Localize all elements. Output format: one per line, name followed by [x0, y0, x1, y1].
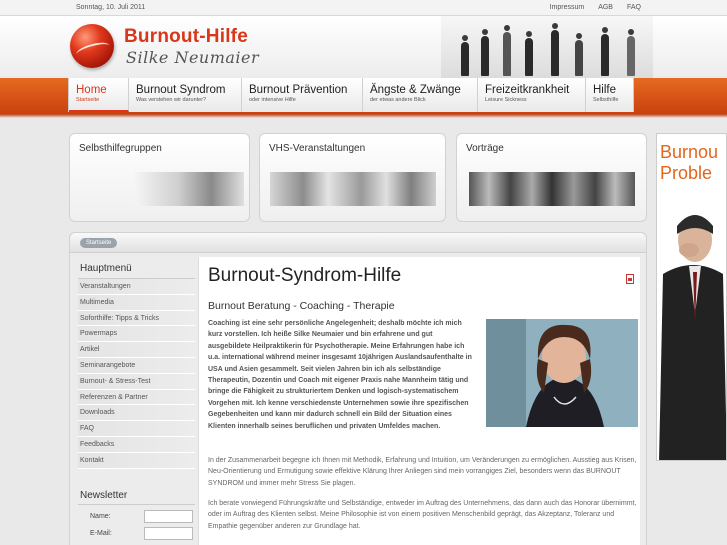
- feature-vhs-title: VHS-Veranstaltungen: [269, 143, 366, 154]
- nav-burnout-syndrom-label: Burnout Syndrom: [136, 84, 226, 96]
- ad-text: Burnou Proble: [660, 142, 718, 184]
- feature-vortraege-image: [469, 172, 635, 206]
- sidebar-item-feedbacks[interactable]: Feedbacks: [78, 436, 195, 453]
- logo-icon[interactable]: [70, 24, 114, 68]
- feature-vortraege[interactable]: Vorträge: [456, 133, 647, 222]
- nav-aengste-zwaenge-label: Ängste & Zwänge: [370, 84, 461, 96]
- newsletter-name-row: Name:: [78, 509, 195, 526]
- top-bar: Sonntag, 10. Juli 2011 Impressum AGB FAQ: [0, 0, 727, 16]
- nav-burnout-praevention-label: Burnout Prävention: [249, 84, 348, 96]
- feature-vortraege-title: Vorträge: [466, 143, 504, 154]
- sidebar-item-stress-test[interactable]: Burnout- & Stress-Test: [78, 373, 195, 390]
- ad-banner[interactable]: Burnou Proble: [656, 133, 727, 461]
- newsletter-name-field[interactable]: [144, 509, 193, 523]
- sidebar-item-powermaps[interactable]: Powermaps: [78, 326, 195, 343]
- nav-burnout-praevention-sub: oder intensive Hilfe: [249, 97, 296, 103]
- nav-home[interactable]: Home Startseite: [69, 78, 129, 112]
- agb-link[interactable]: AGB: [598, 4, 613, 11]
- nav-burnout-syndrom[interactable]: Burnout Syndrom Was verstehen wir darunt…: [129, 78, 242, 112]
- sidebar-item-multimedia[interactable]: Multimedia: [78, 294, 195, 311]
- newsletter-email-row: E-Mail:: [78, 526, 195, 543]
- breadcrumb-bar: Startseite: [70, 233, 646, 253]
- main-container: Startseite Hauptmenü Veranstaltungen Mul…: [69, 232, 647, 545]
- pdf-icon[interactable]: [626, 274, 634, 284]
- sidebar-item-kontakt[interactable]: Kontakt: [78, 452, 195, 469]
- impressum-link[interactable]: Impressum: [550, 4, 585, 11]
- sidebar-item-soforthilfe[interactable]: Soforthilfe: Tipps & Tricks: [78, 310, 195, 327]
- sidebar-item-downloads[interactable]: Downloads: [78, 405, 195, 422]
- nav-aengste-zwaenge-sub: der etwas andere Blick: [370, 97, 426, 103]
- content-paragraph-2: Ich berate vorwiegend Führungskräfte und…: [208, 500, 637, 530]
- page-subtitle: Burnout Beratung - Coaching - Therapie: [208, 300, 395, 312]
- newsletter-heading: Newsletter: [78, 487, 195, 505]
- ad-text-line-1: Burnou: [660, 142, 719, 162]
- nav-freizeitkrankheit[interactable]: Freizeitkrankheit Leisure Sickness: [478, 78, 586, 112]
- site-header: Burnout-Hilfe Silke Neumaier: [0, 16, 727, 78]
- logo-title[interactable]: Burnout-Hilfe: [124, 26, 248, 48]
- ad-text-line-2: Proble: [660, 163, 713, 183]
- feature-vhs-veranstaltungen[interactable]: VHS-Veranstaltungen: [259, 133, 446, 222]
- newsletter-email-label: E-Mail:: [90, 529, 112, 537]
- nav-hilfe-label: Hilfe: [593, 84, 617, 96]
- sidebar-item-seminarangebote[interactable]: Seminarangebote: [78, 357, 195, 374]
- content-paragraph-1: In der Zusammenarbeit begegne ich Ihnen …: [208, 457, 637, 487]
- sidebar: Hauptmenü Veranstaltungen Multimedia Sof…: [78, 260, 195, 543]
- logo-signature: Silke Neumaier: [126, 48, 260, 67]
- nav-hilfe-sub: Selbsthilfe: [593, 97, 619, 103]
- sidebar-item-veranstaltungen[interactable]: Veranstaltungen: [78, 279, 195, 295]
- nav-burnout-syndrom-sub: Was verstehen wir darunter?: [136, 97, 207, 103]
- newsletter-name-label: Name:: [90, 512, 111, 520]
- sidebar-item-referenzen[interactable]: Referenzen & Partner: [78, 389, 195, 406]
- page-title: Burnout-Syndrom-Hilfe: [208, 265, 402, 286]
- breadcrumb[interactable]: Startseite: [80, 238, 118, 248]
- top-links: Impressum AGB FAQ: [550, 4, 641, 11]
- sidebar-item-artikel[interactable]: Artikel: [78, 342, 195, 358]
- feature-selbsthilfegruppen-image: [135, 172, 244, 206]
- nav-burnout-praevention[interactable]: Burnout Prävention oder intensive Hilfe: [242, 78, 363, 112]
- main-nav: Home Startseite Burnout Syndrom Was vers…: [68, 78, 634, 112]
- sidebar-heading: Hauptmenü: [78, 260, 195, 279]
- feature-selbsthilfegruppen[interactable]: Selbsthilfegruppen: [69, 133, 250, 222]
- date-text: Sonntag, 10. Juli 2011: [76, 4, 146, 11]
- feature-selbsthilfegruppen-title: Selbsthilfegruppen: [79, 143, 162, 154]
- nav-freizeitkrankheit-label: Freizeitkrankheit: [485, 84, 570, 96]
- faq-link[interactable]: FAQ: [627, 4, 641, 11]
- nav-home-sub: Startseite: [76, 97, 100, 103]
- nav-aengste-zwaenge[interactable]: Ängste & Zwänge der etwas andere Blick: [363, 78, 478, 112]
- ad-man-image: [659, 204, 726, 460]
- newsletter-email-field[interactable]: [144, 526, 193, 540]
- header-photo: [441, 16, 653, 78]
- feature-vhs-image: [270, 172, 436, 206]
- portrait-photo: [486, 319, 638, 427]
- nav-home-label: Home: [76, 84, 107, 96]
- nav-freizeitkrankheit-sub: Leisure Sickness: [485, 97, 527, 103]
- content-area: Burnout-Syndrom-Hilfe Burnout Beratung -…: [198, 257, 640, 545]
- nav-hilfe[interactable]: Hilfe Selbsthilfe: [586, 78, 633, 112]
- intro-text: Coaching ist eine sehr persönliche Angel…: [208, 320, 472, 430]
- sidebar-item-faq[interactable]: FAQ: [78, 421, 195, 437]
